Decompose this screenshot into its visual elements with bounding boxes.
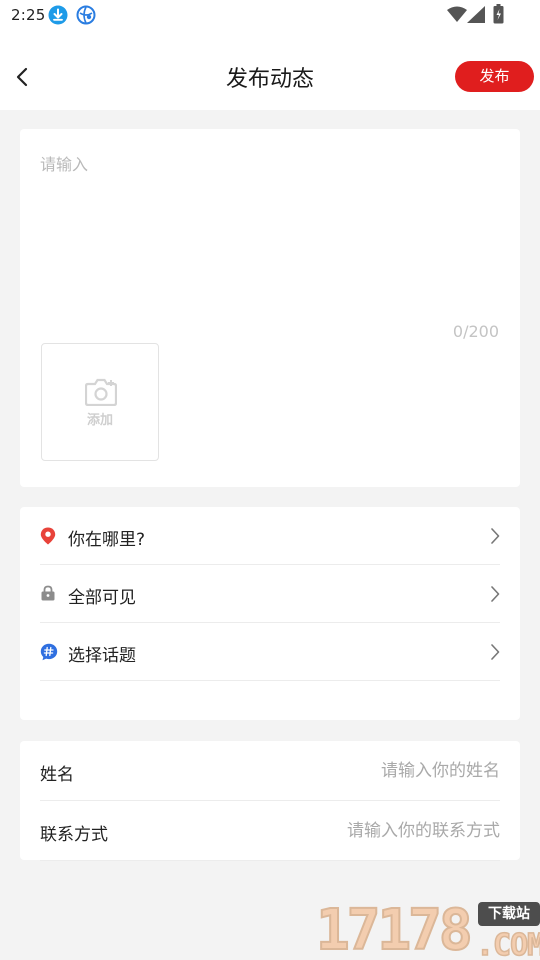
option-visibility-label: 全部可见 [68,588,136,608]
watermark-number: 17178 [315,897,474,960]
option-topic-label: 选择话题 [68,646,136,666]
watermark-logo: 17178 下载站 .COM [315,897,540,960]
contact-card: 姓名 联系方式 [20,741,520,861]
header: 发布动态 发布 [0,32,540,110]
watermark-domain: .COM [475,927,540,960]
char-count: 0/200 [452,322,499,341]
battery-icon [493,4,504,28]
status-time: 2:25 [11,6,46,24]
post-card: 0/200 添加 [20,129,520,487]
add-photo-button[interactable]: 添加 [41,343,159,461]
chevron-right-icon [490,528,500,548]
name-label: 姓名 [40,765,74,785]
lock-icon [40,585,56,605]
chevron-right-icon [490,644,500,664]
option-visibility[interactable]: 全部可见 [40,565,500,623]
signal-icon [467,6,485,27]
option-topic[interactable]: 选择话题 [40,623,500,681]
browser-icon [76,5,96,29]
publish-button[interactable]: 发布 [455,61,534,92]
watermark-badge: 下载站 [478,902,540,926]
contact-label: 联系方式 [40,825,108,845]
post-content-input[interactable] [40,151,500,321]
location-pin-icon [40,527,56,549]
add-photo-label: 添加 [86,413,113,428]
topic-hashtag-icon [40,643,58,665]
option-location[interactable]: 你在哪里? [40,507,500,565]
option-location-label: 你在哪里? [68,530,146,550]
camera-icon [84,378,118,410]
name-row: 姓名 [40,741,500,801]
chevron-right-icon [490,586,500,606]
status-bar: 2:25 [0,0,540,32]
name-input[interactable] [200,755,500,787]
options-card: 你在哪里? 全部可见 选择话题 [20,507,520,720]
wifi-icon [447,6,467,26]
download-icon [48,5,68,29]
contact-row: 联系方式 [40,801,500,861]
contact-input[interactable] [200,815,500,847]
